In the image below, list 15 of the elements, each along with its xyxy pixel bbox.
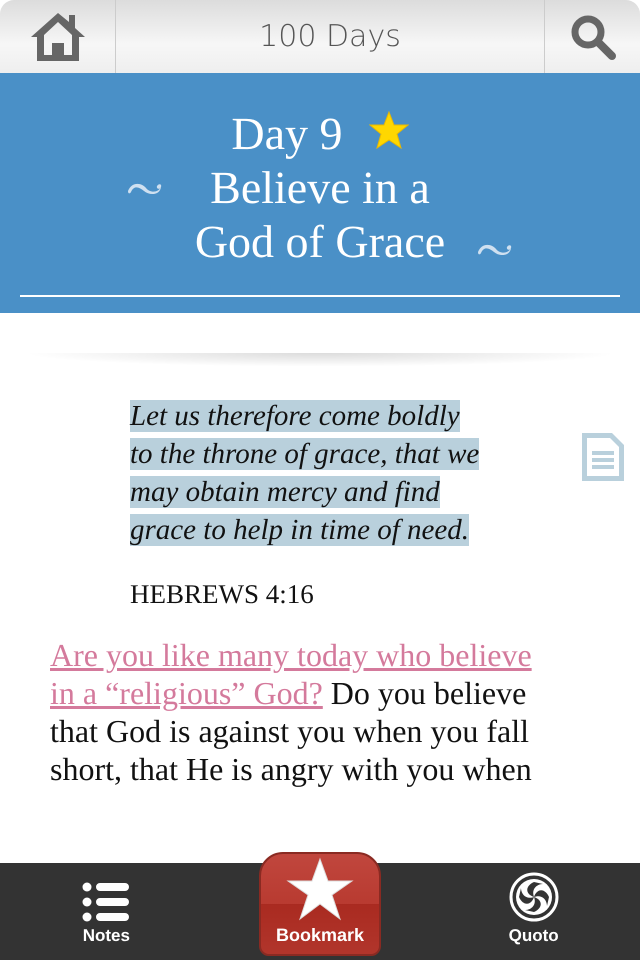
star-icon: [286, 857, 354, 921]
quoto-button[interactable]: Quoto: [474, 872, 594, 960]
day-title: Believe in a God of Grace: [194, 161, 446, 269]
home-icon[interactable]: [28, 10, 86, 62]
app-title: 100 Days: [259, 19, 401, 54]
day-label: Day 9: [231, 107, 343, 161]
verse-text: Let us therefore come boldly to the throne of grace, that we may obtain mercy and find grace to help in time of need.: [130, 399, 480, 548]
notes-button[interactable]: Notes: [46, 882, 166, 960]
list-icon: [82, 882, 130, 922]
star-icon[interactable]: [368, 111, 409, 149]
body-paragraph: Are you like many today who believe in a “religious” God? Do you believe that God is against you when you fall short, that He is angry with you when: [50, 636, 533, 788]
search-icon[interactable]: [570, 14, 616, 60]
bookmark-button[interactable]: Bookmark: [258, 852, 381, 956]
swirl-logo-icon: [508, 872, 559, 922]
verse-reference: HEBREWS 4:16: [130, 579, 314, 610]
